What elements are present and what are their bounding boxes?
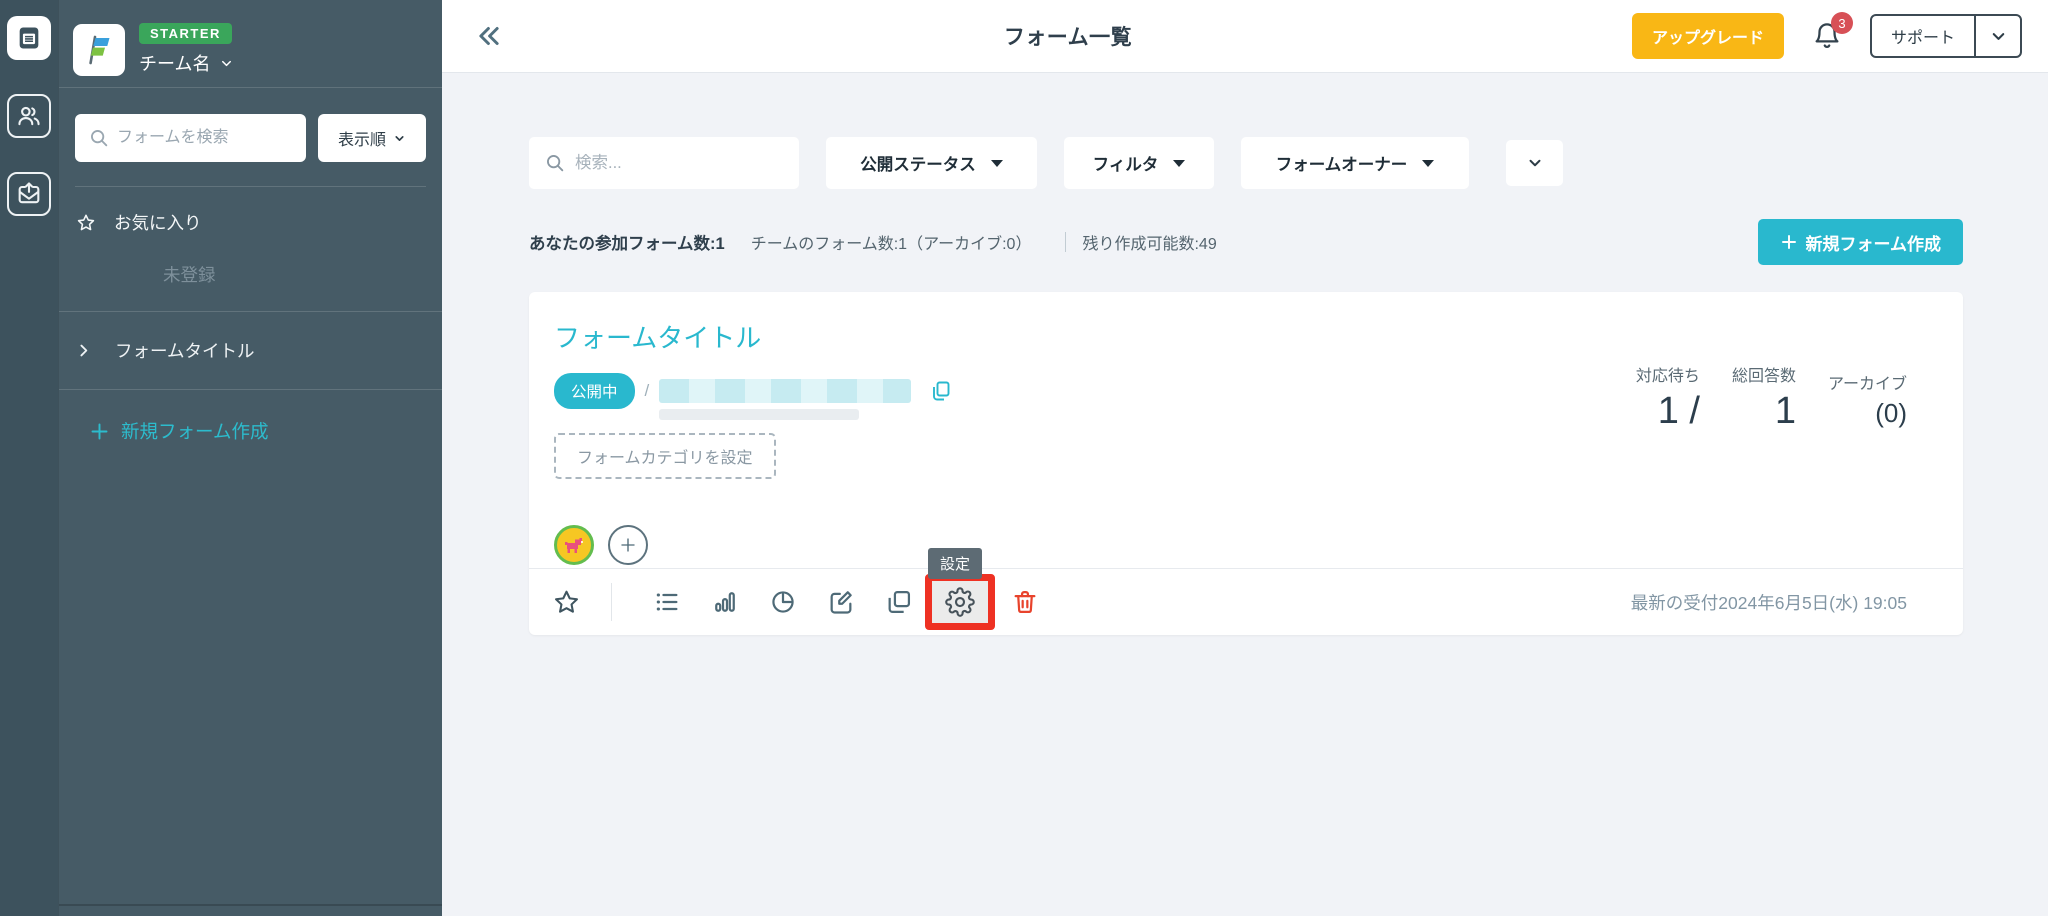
- caret-down-icon: [990, 159, 1003, 167]
- status-filter-dropdown[interactable]: 公開ステータス: [826, 137, 1037, 189]
- rail-forms-button[interactable]: [7, 16, 51, 60]
- duplicate-icon[interactable]: [885, 588, 913, 616]
- topbar: フォーム一覧 アップグレード 3 サポート: [442, 0, 2048, 73]
- divider: [59, 904, 442, 906]
- search-icon: [544, 152, 566, 174]
- settings-button-highlighted[interactable]: 設定: [925, 548, 995, 630]
- url-prefix: /: [644, 381, 650, 400]
- response-stats: 対応待ち 1 / 総回答数 1 アーカイブ (0): [1636, 362, 1907, 432]
- member-avatar[interactable]: [554, 525, 594, 565]
- chevron-down-icon[interactable]: [1976, 16, 2020, 56]
- filter-dropdown[interactable]: フィルタ: [1064, 137, 1214, 189]
- plus-icon: [1781, 235, 1796, 249]
- people-icon: [15, 102, 43, 130]
- favorite-star-icon[interactable]: [551, 587, 582, 618]
- delete-trash-icon[interactable]: [1011, 588, 1039, 616]
- filter-label: フィルタ: [1092, 156, 1159, 174]
- archive-label: アーカイブ: [1827, 375, 1907, 393]
- support-button[interactable]: サポート: [1869, 14, 2022, 58]
- time-report-icon[interactable]: [769, 588, 797, 616]
- edit-icon[interactable]: [827, 588, 855, 616]
- form-list-icon: [15, 24, 43, 52]
- formrun-logo[interactable]: [73, 23, 125, 76]
- redacted-form-url-secondary: [659, 409, 860, 420]
- form-counts-bar: あなたの参加フォーム数:1 チームのフォーム数:1（アーカイブ:0） 残り作成可…: [529, 219, 1963, 265]
- inbox-upload-icon: [15, 180, 43, 208]
- team-selector[interactable]: チーム名: [139, 50, 234, 76]
- card-action-row: 設定 最新の受付2024年6月5日(水) 19:05: [529, 548, 1963, 635]
- content: 公開ステータス フィルタ フォームオーナー あなたの参加フォーム数:1 チームの…: [442, 73, 2048, 916]
- form-card: フォームタイトル 公開中 / フォームカテゴリを設定 対応待ち 1 / 総回答数…: [529, 292, 1963, 635]
- total-label: 総回答数: [1731, 368, 1796, 385]
- star-icon: [75, 212, 97, 234]
- pending-label: 対応待ち: [1635, 368, 1700, 385]
- caret-down-icon: [1173, 159, 1186, 167]
- latest-submission-text: 最新の受付2024年6月5日(水) 19:05: [1630, 592, 1907, 613]
- archive-value: (0): [1875, 397, 1907, 428]
- remaining-count: 残り作成可能数:49: [1082, 236, 1217, 253]
- team-header: STARTER チーム名: [59, 0, 442, 88]
- sidebar-item-favorites[interactable]: お気に入り: [59, 187, 442, 235]
- collapse-sidebar-icon[interactable]: [474, 21, 504, 51]
- rail-inbox-button[interactable]: [7, 172, 51, 216]
- team-name: チーム名: [139, 54, 211, 74]
- rail-members-button[interactable]: [7, 94, 51, 138]
- sidebar-search: [75, 114, 306, 162]
- team-form-count: チームのフォーム数:1（アーカイブ:0）: [750, 236, 1032, 253]
- status-filter-label: 公開ステータス: [860, 156, 976, 174]
- upgrade-button[interactable]: アップグレード: [1631, 13, 1784, 59]
- status-badge: 公開中: [554, 373, 635, 409]
- sidebar-item-form-title[interactable]: フォームタイトル: [59, 312, 442, 389]
- settings-tooltip: 設定: [928, 548, 983, 579]
- divider: [611, 583, 612, 621]
- sidebar-new-form-button[interactable]: 新規フォーム作成: [59, 390, 442, 444]
- app-rail: [0, 0, 58, 916]
- copy-url-icon[interactable]: [929, 379, 953, 403]
- total-value: 1: [1774, 390, 1796, 432]
- caret-down-icon: [1422, 159, 1435, 167]
- divider: [1065, 232, 1067, 252]
- bar-chart-icon[interactable]: [711, 588, 739, 616]
- redacted-form-url: [659, 379, 912, 420]
- favorites-empty-label: 未登録: [163, 265, 216, 285]
- responses-list-icon[interactable]: [653, 588, 681, 616]
- owner-filter-dropdown[interactable]: フォームオーナー: [1241, 137, 1469, 189]
- form-item-label: フォームタイトル: [115, 341, 255, 361]
- notification-count-badge: 3: [1830, 12, 1853, 34]
- form-search-input[interactable]: [529, 137, 799, 189]
- sidebar: STARTER チーム名 表示順 お気に入り 未登録: [58, 0, 442, 916]
- notifications-button[interactable]: 3: [1812, 12, 1853, 51]
- participating-count: あなたの参加フォーム数:1: [529, 235, 725, 253]
- support-label: サポート: [1872, 16, 1976, 56]
- more-filters-button[interactable]: [1506, 140, 1563, 186]
- sort-order-label: 表示順: [337, 132, 386, 149]
- chevron-down-icon: [395, 135, 404, 141]
- main-area: フォーム一覧 アップグレード 3 サポート 検索... 公開ステータス フィルタ…: [442, 0, 2048, 916]
- page-title: フォーム一覧: [1003, 26, 1133, 49]
- form-search: [529, 137, 799, 189]
- sidebar-new-form-label: 新規フォーム作成: [121, 421, 269, 442]
- chevron-down-icon: [219, 56, 234, 71]
- sort-order-button[interactable]: 表示順: [318, 114, 426, 162]
- gear-icon: [945, 587, 975, 617]
- new-form-button[interactable]: 新規フォーム作成: [1757, 219, 1963, 265]
- chevron-right-icon: [75, 342, 92, 359]
- form-title-link[interactable]: フォームタイトル: [554, 318, 761, 355]
- plus-icon: [89, 421, 110, 442]
- pending-value: 1 /: [1657, 390, 1700, 432]
- chevron-down-icon: [1529, 159, 1540, 167]
- new-form-button-label: 新規フォーム作成: [1805, 234, 1942, 254]
- set-category-button[interactable]: フォームカテゴリを設定: [554, 433, 776, 479]
- plan-badge: STARTER: [139, 23, 232, 44]
- add-member-button[interactable]: [608, 525, 648, 565]
- favorites-label: お気に入り: [114, 213, 202, 233]
- owner-filter-label: フォームオーナー: [1275, 156, 1408, 174]
- search-icon: [88, 127, 110, 149]
- plus-icon: [621, 538, 635, 552]
